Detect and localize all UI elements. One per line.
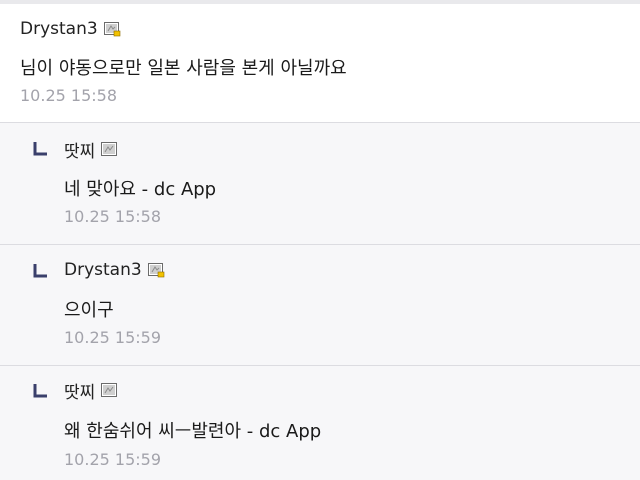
comment-header: 땃찌 xyxy=(64,377,118,403)
comment-text: 네 맞아요 - dc App xyxy=(64,179,217,200)
nickname[interactable]: 땃찌 xyxy=(64,137,95,162)
comment-text: 왜 한숨쉬어 씨ㅡ발련아 - dc App xyxy=(64,421,322,442)
reply-item: 땃찌 왜 한숨쉬어 씨ㅡ발련아 - dc App 10.25 15:59 xyxy=(0,366,640,480)
comment-header: Drystan3 xyxy=(20,16,121,42)
reply-item: 땃찌 네 맞아요 - dc App 10.25 15:58 xyxy=(0,123,640,244)
reply-arrow-icon xyxy=(33,384,47,398)
reply-arrow-icon xyxy=(33,142,47,156)
comment-timestamp: 10.25 15:59 xyxy=(64,328,161,347)
comment-header: 땃찌 xyxy=(64,136,118,162)
comment-text: 으이구 xyxy=(64,300,114,321)
fixed-member-icon xyxy=(103,21,121,37)
comment-thread: Drystan3 님이 야동으로만 일본 사람을 본게 아닐까요 10.25 1… xyxy=(0,0,640,480)
comment-header: Drystan3 xyxy=(64,257,165,283)
half-fixed-member-icon xyxy=(101,141,118,157)
nickname[interactable]: 땃찌 xyxy=(64,378,95,403)
half-fixed-member-icon xyxy=(101,382,118,398)
comment-timestamp: 10.25 15:59 xyxy=(64,450,161,469)
fixed-member-icon xyxy=(147,262,165,278)
reply-arrow-icon xyxy=(33,264,47,278)
nickname[interactable]: Drystan3 xyxy=(20,19,98,39)
comment-item: Drystan3 님이 야동으로만 일본 사람을 본게 아닐까요 10.25 1… xyxy=(0,4,640,122)
comment-timestamp: 10.25 15:58 xyxy=(64,207,161,226)
comment-timestamp: 10.25 15:58 xyxy=(20,86,117,105)
comment-text: 님이 야동으로만 일본 사람을 본게 아닐까요 xyxy=(20,58,347,79)
nickname[interactable]: Drystan3 xyxy=(64,260,142,280)
reply-item: Drystan3 으이구 10.25 15:59 xyxy=(0,245,640,365)
